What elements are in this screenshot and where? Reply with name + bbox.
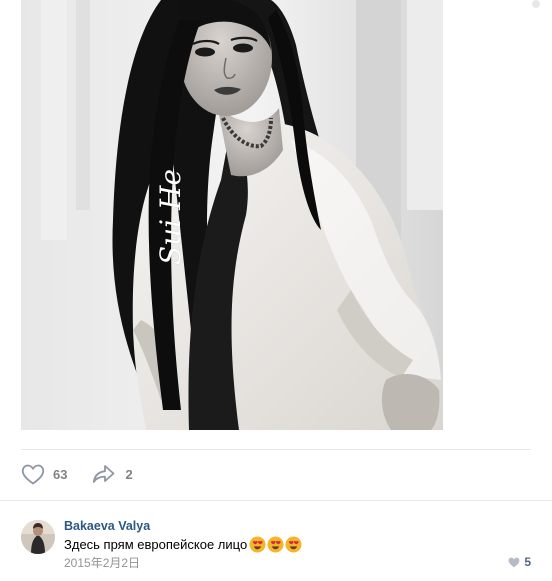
photo-image	[21, 0, 443, 430]
post-divider	[21, 449, 531, 450]
comment-date[interactable]: 2015年2月2日	[64, 554, 524, 572]
heart-eyes-emoji-icon	[249, 536, 266, 553]
post-actions: 63 2	[21, 461, 133, 487]
post-photo[interactable]: Sui He	[21, 0, 443, 430]
comment-text: Здесь прям европейское лицо	[64, 537, 248, 552]
share-count: 2	[125, 466, 133, 482]
like-count: 63	[53, 466, 68, 482]
heart-eyes-emoji-icon	[285, 536, 302, 553]
close-dot-icon[interactable]	[532, 0, 540, 8]
heart-icon	[508, 557, 520, 567]
post-view: Sui He 63 2 Bakaeva Valya Здесь прям евр…	[0, 0, 552, 581]
emoji-row	[249, 536, 302, 553]
comment-like-button[interactable]: 5	[508, 555, 531, 569]
avatar[interactable]	[21, 520, 55, 554]
comment-author[interactable]: Bakaeva Valya	[64, 517, 150, 535]
comment-item: Bakaeva Valya Здесь прям европейское лиц…	[21, 517, 531, 577]
share-icon	[93, 465, 115, 483]
comment-text-row: Здесь прям европейское лицо	[64, 535, 524, 554]
avatar-image	[21, 520, 55, 554]
comment-body: Bakaeva Valya Здесь прям европейское лиц…	[64, 517, 524, 572]
heart-icon	[21, 464, 45, 485]
share-button[interactable]: 2	[91, 463, 133, 485]
comment-like-count: 5	[524, 555, 531, 569]
heart-eyes-emoji-icon	[267, 536, 284, 553]
photo-signature: Sui He	[154, 168, 187, 266]
like-button[interactable]: 63	[21, 463, 67, 485]
comments-divider	[0, 500, 552, 501]
